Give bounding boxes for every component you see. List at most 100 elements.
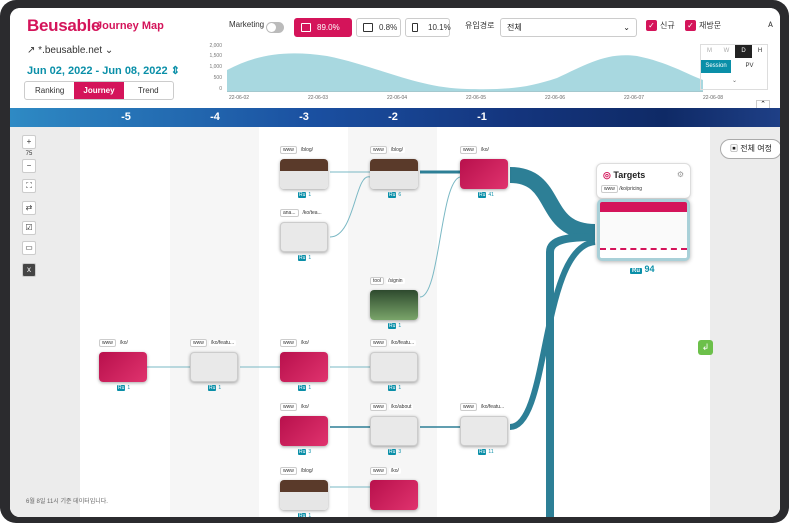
- x-tick: 22-06-07: [624, 95, 645, 101]
- new-visitor-checkbox[interactable]: ✓: [646, 20, 657, 31]
- granularity-day[interactable]: D: [735, 45, 752, 58]
- target-title: Targets: [613, 170, 646, 180]
- granularity-month[interactable]: M: [701, 45, 718, 58]
- node-domain: tool: [370, 277, 385, 285]
- journey-node[interactable]: www/ko/ Ru 3: [280, 403, 328, 455]
- tab-ranking[interactable]: Ranking: [25, 82, 74, 99]
- journey-node[interactable]: ana.../ko/tea... Ru 1: [280, 209, 328, 261]
- node-path: /ko/tea...: [300, 210, 324, 216]
- node-count: 41: [488, 192, 494, 198]
- target-card[interactable]: ◎ Targets ⚙ www /ko/pricing: [596, 163, 691, 199]
- footer-note: 6월 8일 11시 기준 데이터입니다.: [26, 499, 108, 505]
- desktop-share: 89.0%: [317, 23, 340, 32]
- chevron-down-icon[interactable]: ⌄: [701, 75, 768, 88]
- mode-pv[interactable]: PV: [731, 60, 768, 73]
- desktop-icon: [301, 23, 311, 32]
- zoom-in-button[interactable]: +: [22, 135, 36, 149]
- journey-node[interactable]: www/ko/featu... Ru 11: [460, 403, 508, 455]
- external-link-icon: ↗: [27, 45, 36, 56]
- checklist-icon[interactable]: ☑: [22, 221, 36, 235]
- mobile-share: 10.1%: [428, 23, 451, 32]
- journey-node[interactable]: www/ko/ Ru 1: [99, 339, 147, 391]
- page-thumbnail: [99, 352, 147, 382]
- node-domain: www: [280, 403, 297, 411]
- tab-trend[interactable]: Trend: [124, 82, 173, 99]
- marketing-toggle[interactable]: [266, 22, 284, 33]
- returning-visitor-checkbox[interactable]: ✓: [685, 20, 696, 31]
- new-visitor-label: 신규: [660, 21, 675, 30]
- site-selector[interactable]: ↗ *.beusable.net ⌄: [27, 45, 113, 56]
- inflow-select[interactable]: 전체 ⌄: [500, 18, 637, 37]
- journey-node[interactable]: www/ko/: [370, 467, 418, 510]
- target-count: 94: [644, 264, 655, 274]
- journey-node[interactable]: www/blog/ Ru 6: [370, 146, 418, 198]
- device-tablet-button[interactable]: 0.8%: [356, 18, 401, 37]
- device-mobile-button[interactable]: 10.1%: [405, 18, 451, 37]
- node-domain: www: [460, 403, 477, 411]
- y-tick: 1,500: [209, 53, 222, 59]
- page-thumbnail: [370, 290, 418, 320]
- granularity-week[interactable]: W: [718, 45, 735, 58]
- marketing-label: Marketing: [229, 20, 265, 29]
- x-tick: 22-06-08: [703, 95, 724, 101]
- target-icon: ◎: [603, 170, 611, 180]
- folder-icon[interactable]: ▭: [22, 241, 36, 255]
- user-icon[interactable]: ᴀ: [768, 19, 773, 30]
- node-domain: www: [460, 146, 477, 154]
- node-count: 1: [398, 323, 402, 329]
- step-col-1: -1: [477, 111, 487, 123]
- excel-export-icon[interactable]: x: [22, 263, 36, 277]
- journey-node[interactable]: www/ko/featu... Ru 1: [370, 339, 418, 391]
- traffic-area: [227, 53, 703, 92]
- journey-node[interactable]: tool/signin Ru 1: [370, 277, 418, 329]
- date-range-picker[interactable]: Jun 02, 2022 - Jun 08, 2022 ⇕: [27, 64, 180, 77]
- node-domain: www: [370, 339, 387, 347]
- device-desktop-button[interactable]: 89.0%: [294, 18, 352, 37]
- node-domain: www: [99, 339, 116, 347]
- node-count: 11: [488, 449, 494, 455]
- tablet-icon: [363, 23, 373, 32]
- granularity-hour[interactable]: H: [752, 45, 768, 58]
- return-arrow-icon[interactable]: ↲: [698, 340, 713, 355]
- site-domain: *.beusable.net: [38, 45, 103, 56]
- fit-screen-icon[interactable]: ⛶: [22, 179, 36, 193]
- step-col-3: -3: [299, 111, 309, 123]
- device-frame: Beusable Journey Map ↗ *.beusable.net ⌄ …: [0, 0, 789, 523]
- page-thumbnail: [280, 159, 328, 189]
- node-path: /blog/: [388, 147, 406, 153]
- node-domain: www: [370, 403, 387, 411]
- tab-journey[interactable]: Journey: [74, 82, 124, 99]
- x-tick: 22-06-05: [466, 95, 487, 101]
- journey-node[interactable]: www/ko/about Ru 3: [370, 403, 418, 455]
- traffic-area-chart: [227, 44, 703, 92]
- journey-node[interactable]: www/ko/featu... Ru 1: [190, 339, 238, 391]
- target-page-thumbnail[interactable]: [597, 199, 690, 261]
- page-thumbnail: [370, 159, 418, 189]
- page-title: Journey Map: [96, 20, 164, 32]
- x-tick: 22-06-02: [229, 95, 250, 101]
- node-path: /signin: [386, 278, 405, 284]
- y-tick: 2,000: [209, 43, 222, 49]
- page-thumbnail: [370, 416, 418, 446]
- journey-node[interactable]: www/blog/ Ru 1: [280, 467, 328, 517]
- node-domain: ana...: [280, 209, 299, 217]
- node-path: /ko/: [117, 340, 130, 346]
- zoom-out-button[interactable]: −: [22, 159, 36, 173]
- returning-visitor-label: 재방문: [699, 21, 722, 30]
- logo: Beusable: [27, 16, 101, 35]
- step-col-4: -4: [210, 111, 220, 123]
- page-thumbnail: [370, 352, 418, 382]
- node-count: 1: [127, 385, 131, 391]
- settings-icon[interactable]: ⚙: [677, 170, 684, 179]
- journey-node[interactable]: www/ko/ Ru 1: [280, 339, 328, 391]
- page-thumbnail: [280, 222, 328, 252]
- full-journey-button[interactable]: ▣ 전체 여정: [720, 139, 780, 159]
- node-count: 3: [398, 449, 402, 455]
- journey-node[interactable]: www/ko/ Ru 41: [460, 146, 508, 198]
- journey-node[interactable]: www/blog/ Ru 1: [280, 146, 328, 198]
- mode-session[interactable]: Session: [701, 60, 731, 73]
- shuffle-icon[interactable]: ⇄: [22, 201, 36, 215]
- app-screen: Beusable Journey Map ↗ *.beusable.net ⌄ …: [10, 8, 780, 517]
- page-thumbnail: [460, 159, 508, 189]
- page-thumbnail: [280, 480, 328, 510]
